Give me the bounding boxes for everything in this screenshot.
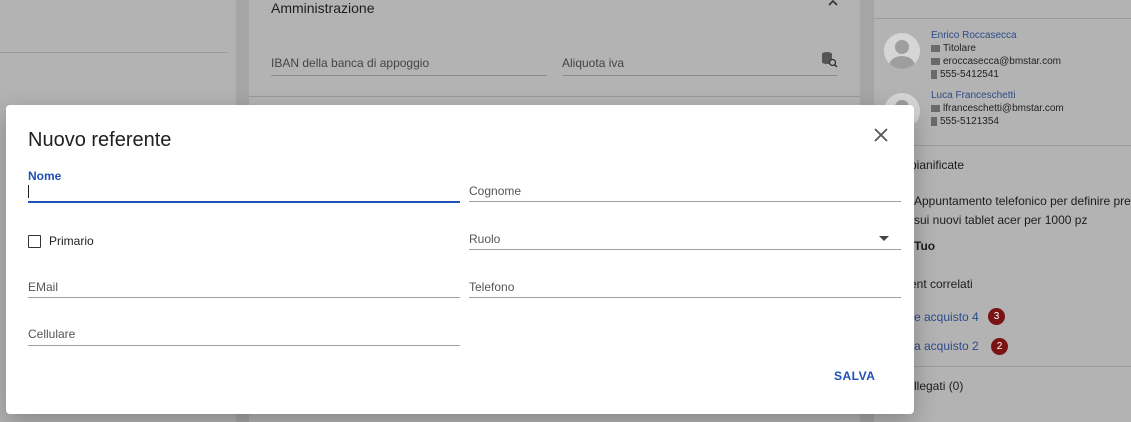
contact-email: lfranceschetti@bmstar.com: [943, 103, 1064, 114]
telefono-label: Telefono: [469, 280, 515, 294]
phone-icon: [931, 117, 937, 126]
avatar: [884, 33, 920, 69]
contact-name[interactable]: Enrico Roccasecca: [931, 29, 1061, 42]
close-button[interactable]: [872, 126, 890, 144]
telefono-input[interactable]: [469, 297, 901, 298]
section-title: Amministrazione: [271, 0, 375, 16]
count-badge: 3: [988, 308, 1005, 325]
chevron-down-icon[interactable]: [879, 236, 889, 241]
activity-text-line1: Appuntamento telefonico per definire pre…: [914, 194, 1131, 208]
phone-icon: [931, 70, 937, 79]
contact-role: Titolare: [943, 43, 976, 54]
right-panel-top-divider: [874, 18, 1131, 19]
cognome-label: Cognome: [469, 184, 522, 198]
email-label: EMail: [28, 280, 59, 294]
id-card-icon: [931, 45, 940, 52]
save-button[interactable]: SALVA: [828, 367, 881, 385]
count-badge: 2: [991, 338, 1008, 355]
left-panel-divider: [0, 52, 228, 53]
new-contact-dialog: Nuovo referente Nome Cognome Primario Ru…: [6, 105, 914, 414]
contact-name[interactable]: Luca Franceschetti: [931, 89, 1064, 102]
cellulare-input[interactable]: [28, 345, 460, 346]
main-panel-divider: [249, 96, 860, 97]
activity-text-line2: sui nuovi tablet acer per 1000 pz: [914, 213, 1088, 227]
database-search-icon: [820, 50, 838, 68]
nome-input[interactable]: [28, 183, 460, 201]
iban-field: IBAN della banca di appoggio: [271, 56, 547, 76]
ruolo-label: Ruolo: [469, 232, 501, 246]
contact-phone: 555-5412541: [940, 69, 999, 80]
activity-owner: Tuo: [914, 239, 936, 253]
text-caret: [28, 185, 29, 198]
iban-label: IBAN della banca di appoggio: [271, 56, 430, 70]
email-input[interactable]: [28, 297, 460, 298]
primario-label[interactable]: Primario: [49, 234, 94, 248]
email-icon: [931, 58, 940, 65]
email-icon: [931, 105, 940, 112]
iva-field: Aliquota iva: [562, 52, 838, 76]
close-icon: [874, 128, 888, 142]
contact-phone: 555-5121354: [940, 116, 999, 127]
chevron-up-icon: [827, 0, 839, 12]
nome-label: Nome: [28, 169, 62, 183]
nome-underline: [28, 201, 460, 203]
related-link[interactable]: e acquisto 4: [914, 310, 979, 324]
primario-checkbox[interactable]: [28, 235, 41, 248]
ruolo-select[interactable]: [469, 249, 901, 250]
cellulare-label: Cellulare: [28, 327, 76, 341]
attachments-title[interactable]: llegati (0): [914, 379, 963, 393]
contact-email: eroccasecca@bmstar.com: [943, 56, 1061, 67]
cognome-input[interactable]: [469, 201, 901, 202]
iva-label: Aliquota iva: [562, 56, 625, 70]
related-link[interactable]: a acquisto 2: [914, 339, 979, 353]
dialog-title: Nuovo referente: [28, 129, 172, 151]
